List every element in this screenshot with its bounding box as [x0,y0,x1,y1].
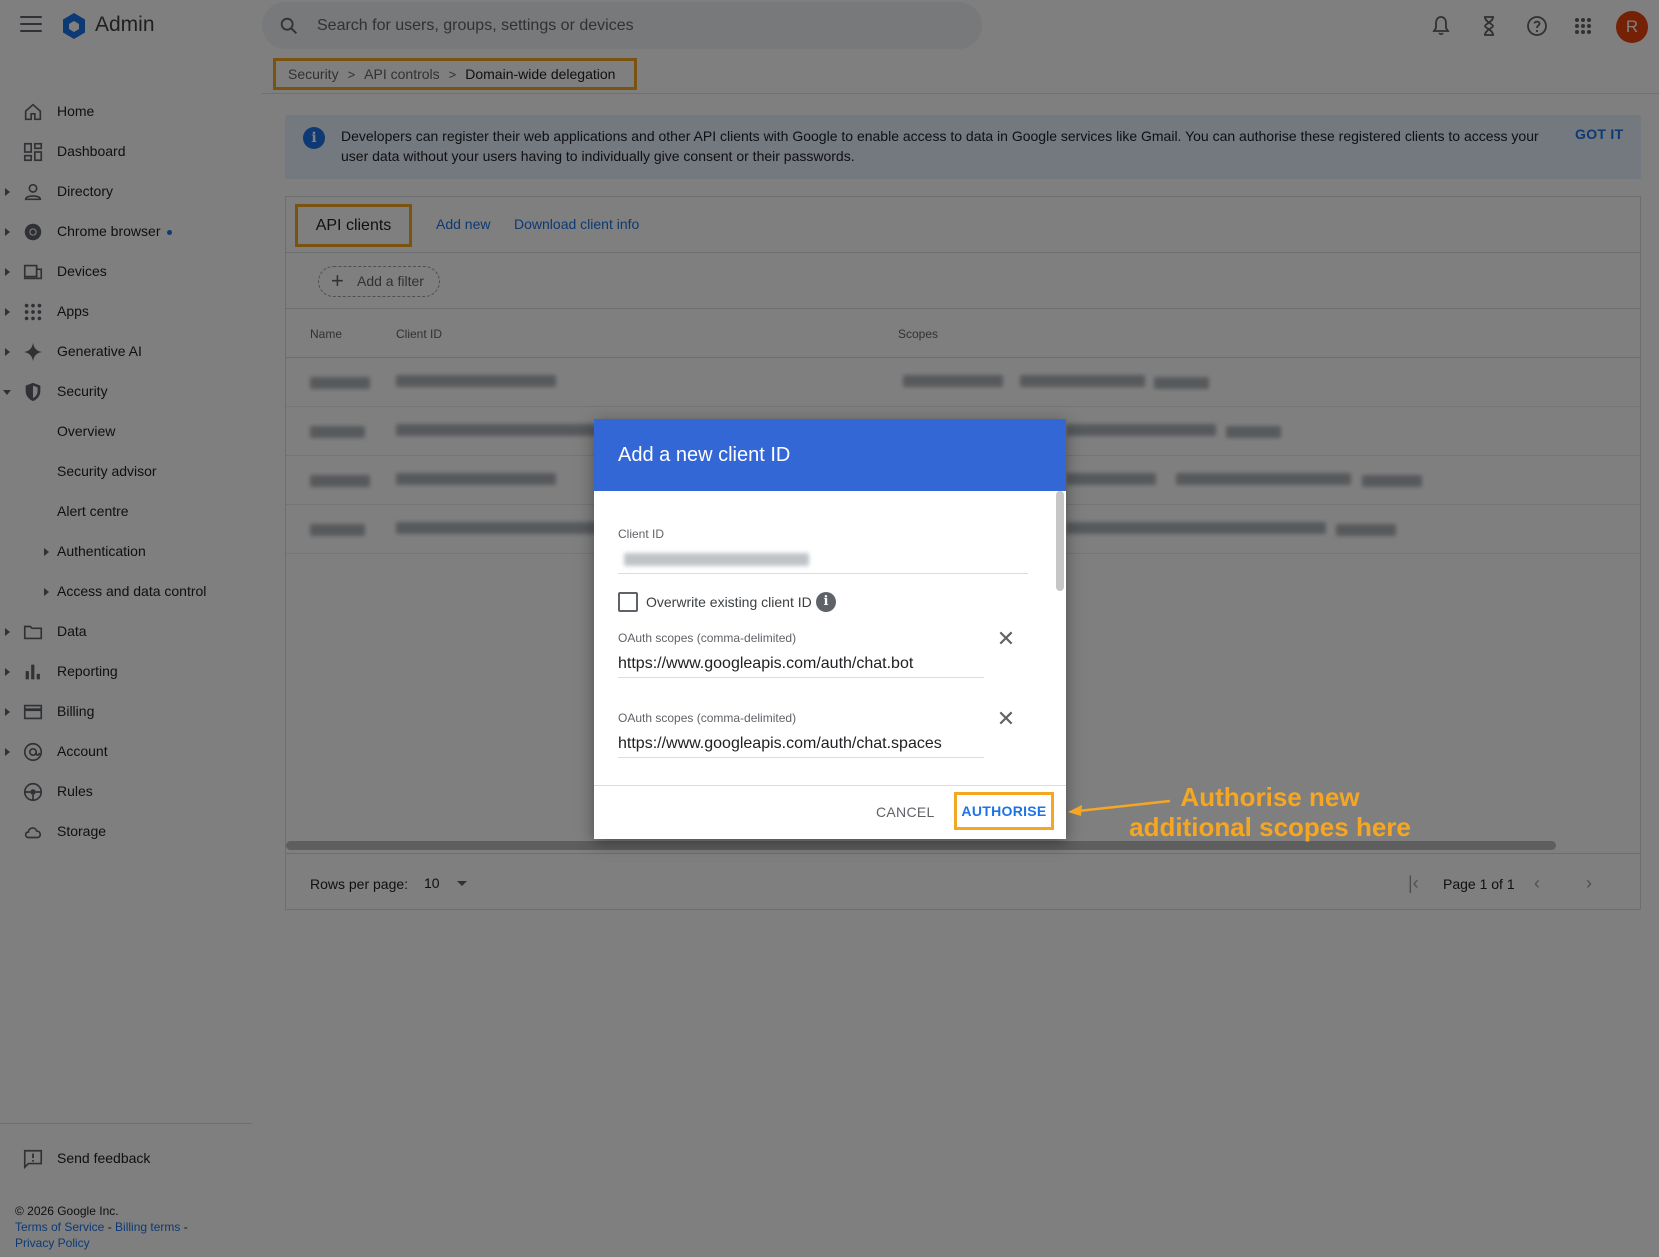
overwrite-checkbox[interactable] [618,592,638,612]
dialog-footer: CANCEL AUTHORISE [594,785,1066,839]
dialog-scrollbar[interactable] [1056,491,1064,591]
dialog-title: Add a new client ID [618,444,791,466]
dialog-header: Add a new client ID [594,419,1066,491]
redacted-client-id [624,553,809,566]
info-icon[interactable]: i [816,592,836,612]
annotation-text: Authorise new additional scopes here [1120,782,1420,842]
overwrite-label: Overwrite existing client ID [646,594,812,610]
authorise-button[interactable]: AUTHORISE [954,792,1054,830]
cancel-button[interactable]: CANCEL [876,804,935,820]
scope-label: OAuth scopes (comma-delimited) [618,631,797,645]
annotation-line: Authorise new [1180,782,1360,812]
oauth-scope-input[interactable] [618,730,984,758]
annotation-line: additional scopes here [1129,812,1411,842]
oauth-scope-input[interactable] [618,650,984,678]
close-icon[interactable]: ✕ [994,707,1018,731]
client-id-label: Client ID [618,527,665,541]
dialog-body: Client ID Overwrite existing client ID i… [594,491,1066,785]
client-id-field[interactable] [618,546,1028,574]
add-client-dialog: Add a new client ID Client ID Overwrite … [594,419,1066,839]
close-icon[interactable]: ✕ [994,627,1018,651]
scope-label: OAuth scopes (comma-delimited) [618,711,797,725]
